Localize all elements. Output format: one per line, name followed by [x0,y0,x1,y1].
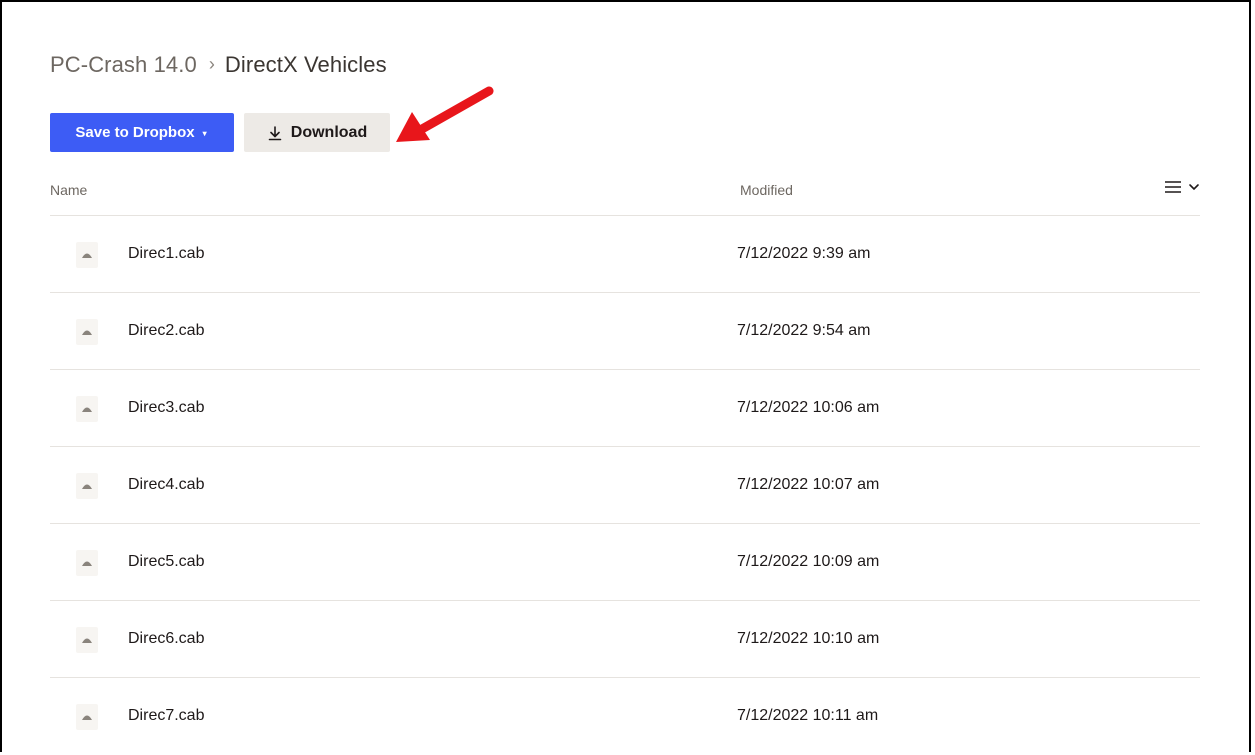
page-frame: PC-Crash 14.0 › DirectX Vehicles Save to… [0,0,1251,752]
download-icon [268,125,282,140]
table-row[interactable]: Direc4.cab 7/12/2022 10:07 am [50,447,1200,524]
file-name[interactable]: Direc6.cab [128,630,204,648]
file-icon [76,704,98,730]
file-icon [76,242,98,268]
breadcrumb-parent-link[interactable]: PC-Crash 14.0 [50,52,197,78]
view-options-button[interactable] [1164,179,1200,195]
save-to-dropbox-button[interactable]: Save to Dropbox ▾ [50,113,234,152]
column-header-modified[interactable]: Modified [740,182,793,198]
breadcrumb-current: DirectX Vehicles [224,52,387,77]
download-button[interactable]: Download [244,113,390,152]
file-name[interactable]: Direc1.cab [128,245,204,263]
red-arrow-annotation-icon [396,86,494,142]
table-row[interactable]: Direc5.cab 7/12/2022 10:09 am [50,524,1200,601]
file-icon [76,319,98,345]
file-name[interactable]: Direc3.cab [128,399,204,417]
file-modified: 7/12/2022 10:06 am [737,399,880,416]
file-name[interactable]: Direc4.cab [128,476,204,494]
file-icon [76,396,98,422]
list-view-icon [1165,181,1181,193]
breadcrumb: PC-Crash 14.0 › DirectX Vehicles [50,52,387,78]
table-row[interactable]: Direc6.cab 7/12/2022 10:10 am [50,601,1200,678]
save-to-dropbox-label: Save to Dropbox [75,124,195,141]
file-modified: 7/12/2022 10:10 am [737,630,880,647]
file-icon [76,627,98,653]
file-modified: 7/12/2022 9:39 am [737,245,871,262]
table-row[interactable]: Direc7.cab 7/12/2022 10:11 am [50,678,1200,755]
table-row[interactable]: Direc2.cab 7/12/2022 9:54 am [50,293,1200,370]
breadcrumb-separator: › [208,53,215,74]
file-modified: 7/12/2022 10:09 am [737,553,880,570]
table-header: Name Modified [50,174,1200,216]
file-name[interactable]: Direc7.cab [128,707,204,725]
column-header-name[interactable]: Name [50,182,87,198]
table-row[interactable]: Direc3.cab 7/12/2022 10:06 am [50,370,1200,447]
file-icon [76,473,98,499]
file-modified: 7/12/2022 10:11 am [737,707,879,724]
file-icon [76,550,98,576]
file-name[interactable]: Direc5.cab [128,553,204,571]
file-list: Direc1.cab 7/12/2022 9:39 am Direc2.cab … [50,216,1200,755]
download-label: Download [290,123,368,141]
caret-down-icon: ▾ [202,129,207,138]
file-name[interactable]: Direc2.cab [128,322,204,340]
file-modified: 7/12/2022 10:07 am [737,476,880,493]
table-row[interactable]: Direc1.cab 7/12/2022 9:39 am [50,216,1200,293]
chevron-down-icon [1189,184,1199,191]
file-modified: 7/12/2022 9:54 am [737,322,871,339]
